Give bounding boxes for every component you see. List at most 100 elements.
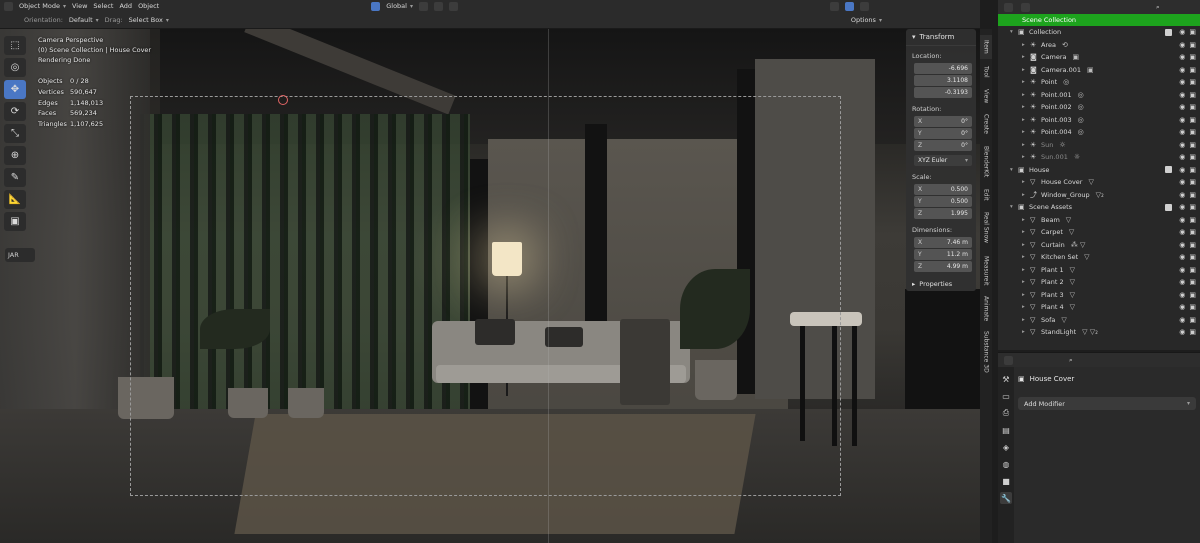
tab-substance-3d[interactable]: Substance 3D [980, 327, 992, 377]
outliner-item[interactable]: ▸ ▽ Plant 2 ▽ ◉ ▣ [998, 276, 1200, 289]
outliner-item[interactable]: ▸ ▽ Curtain ⁂ ▽ ◉ ▣ [998, 239, 1200, 252]
chevron-right-icon[interactable]: ▸ [1022, 329, 1030, 335]
outliner-item[interactable]: ▸ ⤴ Window_Group ▽₂ ◉ ▣ [998, 189, 1200, 202]
object-icon[interactable]: ■ [1000, 475, 1012, 487]
outliner-item[interactable]: ▸ ☀ Point.001 ◎ ◉ ▣ [998, 89, 1200, 102]
chevron-right-icon[interactable]: ▸ [1022, 242, 1030, 248]
eye-icon[interactable]: ◉ [1179, 328, 1185, 336]
tool-icon[interactable]: ⚒ [1000, 373, 1012, 385]
chevron-right-icon[interactable]: ▸ [1022, 179, 1030, 185]
menu-select[interactable]: Select [93, 2, 113, 10]
modifier-icon[interactable]: 🔧 [1000, 492, 1012, 504]
outliner-item[interactable]: ▸ ▽ Beam ▽ ◉ ▣ [998, 214, 1200, 227]
outliner-item[interactable]: ▾ ▣ Collection ◉ ▣ [998, 26, 1200, 39]
mode-dropdown[interactable]: Object Mode ▾ [19, 2, 66, 10]
camera-render-icon[interactable]: ▣ [1189, 278, 1196, 286]
rotation-x-field[interactable]: X 0° [914, 116, 972, 127]
outliner-item[interactable]: ▸ ▽ House Cover ▽ ◉ ▣ [998, 176, 1200, 189]
chevron-right-icon[interactable]: ▸ [1022, 267, 1030, 273]
object-name[interactable]: House Cover [1030, 375, 1075, 383]
outliner-item[interactable]: ▸ ☀ Sun.001 ☼ ◉ ▣ [998, 151, 1200, 164]
chevron-right-icon[interactable]: ▸ [1022, 292, 1030, 298]
chevron-right-icon[interactable]: ▸ [1022, 304, 1030, 310]
transform-icon[interactable]: ⊕ [4, 146, 26, 165]
tab-real-snow[interactable]: Real Snow [980, 207, 992, 249]
add-cube-icon[interactable]: ▣ [4, 212, 26, 231]
outliner-item[interactable]: ▸ ☀ Point.002 ◎ ◉ ▣ [998, 101, 1200, 114]
eye-icon[interactable]: ◉ [1179, 153, 1185, 161]
menu-object[interactable]: Object [138, 2, 159, 10]
camera-render-icon[interactable]: ▣ [1189, 241, 1196, 249]
editor-type-icon[interactable] [1004, 2, 1013, 12]
camera-render-icon[interactable]: ▣ [1189, 291, 1196, 299]
camera-render-icon[interactable]: ▣ [1189, 203, 1196, 211]
outliner-item[interactable]: ▸ ◙ Camera.001 ▣ ◉ ▣ [998, 64, 1200, 77]
chevron-right-icon[interactable]: ▸ [1022, 92, 1030, 98]
camera-render-icon[interactable]: ▣ [1189, 103, 1196, 111]
camera-render-icon[interactable]: ▣ [1189, 116, 1196, 124]
rendered-shading-icon[interactable] [845, 1, 854, 11]
options-dropdown[interactable]: Options ▾ [851, 16, 882, 24]
eye-icon[interactable]: ◉ [1179, 66, 1185, 74]
editor-type-icon[interactable] [1004, 355, 1013, 365]
drag-dropdown[interactable]: Select Box ▾ [129, 16, 169, 24]
chevron-right-icon[interactable]: ▸ [1022, 217, 1030, 223]
eye-icon[interactable]: ◉ [1179, 228, 1185, 236]
chevron-right-icon[interactable]: ▸ [1022, 54, 1030, 60]
chevron-down-icon[interactable]: ▾ [1010, 29, 1018, 35]
output-icon[interactable]: ⎙ [1000, 407, 1012, 419]
viewport-shading-icon[interactable] [830, 1, 839, 11]
eye-icon[interactable]: ◉ [1179, 166, 1185, 174]
rotation-z-field[interactable]: Z 0° [914, 140, 972, 151]
measure-icon[interactable]: 📐 [4, 190, 26, 209]
outliner-item[interactable]: ▸ ◙ Camera ▣ ◉ ▣ [998, 51, 1200, 64]
chevron-right-icon[interactable]: ▸ [1022, 67, 1030, 73]
world-icon[interactable]: ◍ [1000, 458, 1012, 470]
outliner-item[interactable]: ▾ ▣ Scene Assets ◉ ▣ [998, 201, 1200, 214]
outliner-item[interactable]: ▾ ▣ House ◉ ▣ [998, 164, 1200, 177]
chevron-right-icon[interactable]: ▸ [1022, 279, 1030, 285]
outliner-item[interactable]: ▸ ☀ Point.003 ◎ ◉ ▣ [998, 114, 1200, 127]
camera-render-icon[interactable]: ▣ [1189, 53, 1196, 61]
camera-render-icon[interactable]: ▣ [1189, 303, 1196, 311]
eye-icon[interactable]: ◉ [1179, 316, 1185, 324]
eye-icon[interactable]: ◉ [1179, 303, 1185, 311]
eye-icon[interactable]: ◉ [1179, 141, 1185, 149]
tab-edit[interactable]: Edit [980, 185, 992, 205]
pause-icon[interactable] [860, 1, 869, 11]
camera-render-icon[interactable]: ▣ [1189, 191, 1196, 199]
eye-icon[interactable]: ◉ [1179, 103, 1185, 111]
chevron-right-icon[interactable]: ▸ [1022, 79, 1030, 85]
outliner-item[interactable]: ▸ ▽ Carpet ▽ ◉ ▣ [998, 226, 1200, 239]
render-icon[interactable]: ▭ [1000, 390, 1012, 402]
outliner-item[interactable]: ▸ ▽ Kitchen Set ▽ ◉ ▣ [998, 251, 1200, 264]
eye-icon[interactable]: ◉ [1179, 216, 1185, 224]
move-icon[interactable]: ✥ [4, 80, 26, 99]
add-modifier-dropdown[interactable]: Add Modifier ▾ [1018, 397, 1196, 410]
camera-render-icon[interactable]: ▣ [1189, 28, 1196, 36]
eye-icon[interactable]: ◉ [1179, 53, 1185, 61]
chevron-right-icon[interactable]: ▸ [1022, 154, 1030, 160]
eye-icon[interactable]: ◉ [1179, 41, 1185, 49]
transform-orientation-dropdown[interactable]: Global ▾ [386, 2, 413, 10]
eye-icon[interactable]: ◉ [1179, 241, 1185, 249]
chevron-right-icon[interactable]: ▸ [1022, 317, 1030, 323]
rotation-y-field[interactable]: Y 0° [914, 128, 972, 139]
camera-render-icon[interactable]: ▣ [1189, 141, 1196, 149]
camera-render-icon[interactable]: ▣ [1189, 328, 1196, 336]
chevron-right-icon[interactable]: ▸ [1022, 254, 1030, 260]
jar-button[interactable]: JAR [5, 248, 35, 262]
tab-item[interactable]: Item [980, 35, 992, 59]
eye-icon[interactable]: ◉ [1179, 178, 1185, 186]
chevron-right-icon[interactable]: ▸ [1022, 142, 1030, 148]
outliner-item[interactable]: ▸ ▽ Plant 1 ▽ ◉ ▣ [998, 264, 1200, 277]
tab-animate[interactable]: Animate [980, 293, 992, 325]
chevron-down-icon[interactable]: ▾ [1010, 204, 1018, 210]
camera-render-icon[interactable]: ▣ [1189, 253, 1196, 261]
eye-icon[interactable]: ◉ [1179, 203, 1185, 211]
camera-render-icon[interactable]: ▣ [1189, 216, 1196, 224]
exclude-checkbox[interactable] [1165, 203, 1172, 211]
eye-icon[interactable]: ◉ [1179, 291, 1185, 299]
chevron-right-icon[interactable]: ▸ [1022, 129, 1030, 135]
tab-create[interactable]: Create [980, 109, 992, 139]
